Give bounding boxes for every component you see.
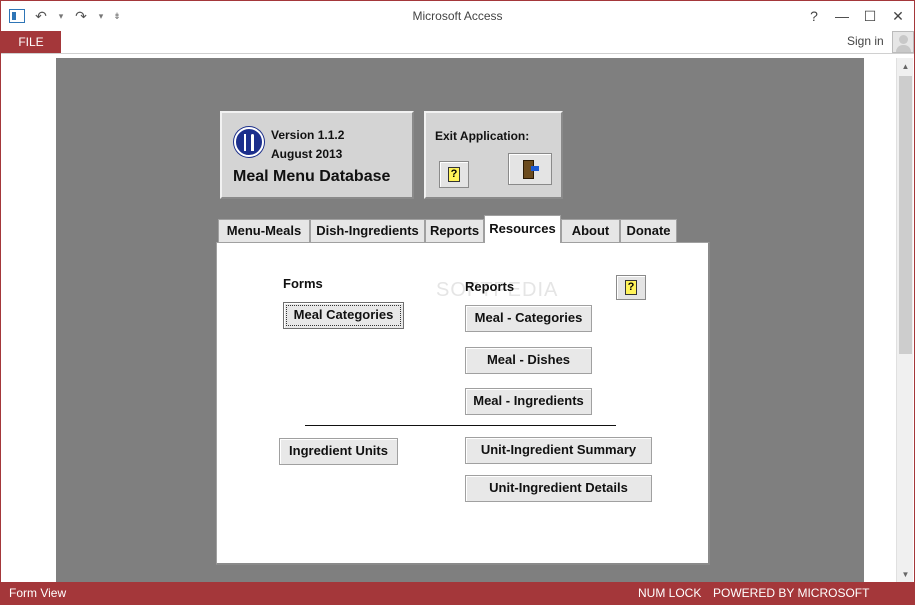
vertical-scrollbar[interactable]: ▲ ▼: [896, 58, 913, 583]
version-text: Version 1.1.2: [271, 128, 345, 142]
exit-door-icon: [521, 160, 539, 179]
scrollbar-thumb[interactable]: [899, 76, 912, 354]
close-icon[interactable]: ✕: [885, 5, 911, 27]
exit-label: Exit Application:: [435, 129, 530, 143]
num-lock-status: NUM LOCK: [638, 586, 702, 600]
exit-panel: Exit Application: ?: [424, 111, 563, 199]
powered-by-text: POWERED BY MICROSOFT ACCESS: [713, 586, 870, 600]
scroll-down-icon[interactable]: ▼: [897, 566, 914, 583]
question-mark-icon: ?: [448, 167, 460, 182]
tab-donate[interactable]: Donate: [620, 219, 677, 243]
maximize-icon[interactable]: ☐: [857, 5, 883, 27]
title-bar: ↶ ▾ ↷ ▾ ⇟ Microsoft Access ? — ☐ ✕: [1, 1, 914, 31]
release-date: August 2013: [271, 147, 343, 161]
scroll-up-icon[interactable]: ▲: [897, 58, 914, 75]
tab-dish-ingredients[interactable]: Dish-Ingredients: [310, 219, 425, 243]
tab-menu-meals[interactable]: Menu-Meals: [218, 219, 310, 243]
version-panel: Version 1.1.2 August 2013 Meal Menu Data…: [220, 111, 414, 199]
minimize-icon[interactable]: —: [829, 5, 855, 27]
window-title: Microsoft Access: [412, 9, 503, 23]
meal-ingredients-report-button[interactable]: Meal - Ingredients: [465, 388, 592, 415]
view-status: Form View: [9, 586, 67, 600]
unit-ingredient-summary-report-button[interactable]: Unit-Ingredient Summary: [465, 437, 652, 464]
access-window: ↶ ▾ ↷ ▾ ⇟ Microsoft Access ? — ☐ ✕ FILE …: [0, 0, 915, 605]
help-button[interactable]: ?: [439, 161, 469, 188]
reports-section-label: Reports: [465, 279, 515, 294]
tab-resources[interactable]: Resources: [484, 215, 561, 243]
sign-in-link[interactable]: Sign in: [847, 34, 884, 48]
tab-reports[interactable]: Reports: [425, 219, 484, 243]
ribbon-bar: FILE Sign in: [1, 31, 914, 53]
meal-categories-report-button[interactable]: Meal - Categories: [465, 305, 592, 332]
question-mark-icon: ?: [625, 280, 637, 295]
resources-tab-page: SOFTPEDIA Forms Reports ? Meal Categorie…: [216, 242, 710, 565]
unit-ingredient-details-report-button[interactable]: Unit-Ingredient Details: [465, 475, 652, 502]
fork-knife-logo-icon: [234, 127, 264, 157]
forms-section-label: Forms: [283, 276, 323, 291]
ingredient-units-form-button[interactable]: Ingredient Units: [279, 438, 398, 465]
status-bar: Form View NUM LOCK POWERED BY MICROSOFT …: [1, 582, 914, 604]
resources-help-button[interactable]: ?: [616, 275, 646, 300]
file-tab[interactable]: FILE: [1, 31, 61, 53]
section-divider: [305, 425, 616, 426]
exit-button[interactable]: [508, 153, 552, 185]
meal-dishes-report-button[interactable]: Meal - Dishes: [465, 347, 592, 374]
meal-categories-form-button[interactable]: Meal Categories: [283, 302, 404, 329]
tab-about[interactable]: About: [561, 219, 620, 243]
user-avatar-icon[interactable]: [892, 31, 914, 53]
database-title: Meal Menu Database: [233, 168, 391, 185]
help-icon[interactable]: ?: [801, 5, 827, 27]
